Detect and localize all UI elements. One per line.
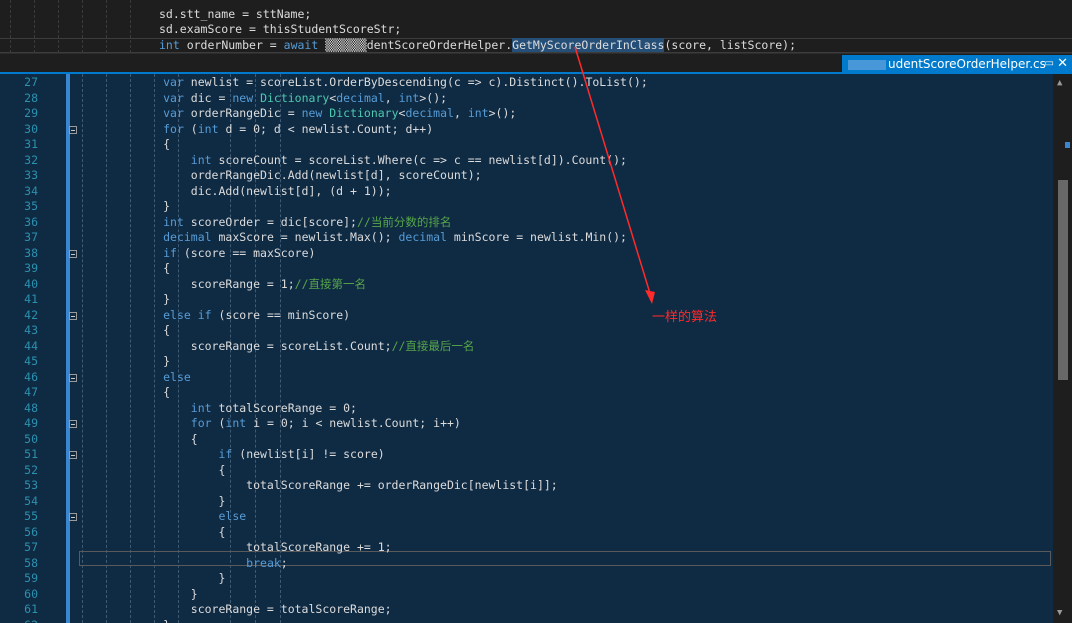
redacted-filename-prefix [848,59,886,70]
line-number: 28 [24,90,38,105]
code-line[interactable]: { [80,432,198,448]
code-line[interactable]: for (int i = 0; i < newlist.Count; i++) [80,416,461,432]
code-line[interactable]: } [80,494,225,510]
code-line[interactable]: else [80,509,246,525]
code-line[interactable]: sd.stt_name = sttName; [159,7,311,22]
code-line-peek-call[interactable]: int orderNumber = await ▒▒▒▒▒▒dentScoreO… [159,38,796,53]
line-number: 53 [24,478,38,492]
peek-definition-window[interactable]: 27 28 29 30 31 32 33 34 35 36 37 38 39 40 41 42 43 44 45 46… [0,74,1072,623]
line-number: 31 [24,137,38,151]
line-number: 52 [24,462,38,477]
collapse-toggle-icon[interactable] [69,373,77,382]
line-number: 34 [24,183,38,198]
code-line[interactable]: scoreRange = scoreList.Count;//直接最后一名 [80,339,475,355]
code-line[interactable]: var orderRangeDic = new Dictionary<decim… [80,106,516,122]
code-line[interactable]: decimal maxScore = newlist.Max(); decima… [80,230,627,246]
line-number: 62 [0,618,38,623]
line-number: 49 [24,416,38,430]
code-line[interactable]: { [80,137,170,153]
line-number: 47 [24,385,38,399]
line-number: 27 [24,75,38,89]
collapse-toggle-icon[interactable] [69,451,77,459]
code-line[interactable]: dic.Add(newlist[d], (d + 1)); [80,184,392,200]
line-number: 59 [24,571,38,585]
line-number: 43 [24,323,38,337]
line-number: 42 [24,307,38,322]
close-icon[interactable]: ✕ [1057,55,1068,73]
code-line[interactable]: totalScoreRange += orderRangeDic[newlist… [80,478,558,494]
line-number: 40 [24,276,38,291]
code-line[interactable]: { [80,323,170,339]
code-line[interactable]: } [80,354,170,370]
code-line[interactable]: else if (score == minScore) [80,308,350,324]
code-line[interactable]: for (int d = 0; d < newlist.Count; d++) [80,122,433,138]
code-line[interactable]: } [80,571,225,587]
pin-icon[interactable]: ▭ [1045,55,1054,73]
code-line[interactable]: break; [80,556,288,572]
line-number: 54 [24,493,38,508]
code-line[interactable]: sd.examScore = thisStudentScoreStr; [159,22,401,37]
collapse-toggle-icon[interactable] [69,311,77,320]
line-number: 30 [24,121,38,136]
code-line[interactable]: } [80,292,170,308]
code-line[interactable]: int scoreCount = scoreList.Where(c => c … [80,153,627,169]
line-number: 45 [24,354,38,368]
line-number: 33 [24,168,38,182]
code-line[interactable]: { [80,261,170,277]
main-editor[interactable]: sd.stt_name = sttName; sd.examScore = th… [0,0,1072,53]
code-line[interactable]: orderRangeDic.Add(newlist[d], scoreCount… [80,168,482,184]
code-line[interactable]: { [80,385,170,401]
line-number: 55 [24,509,38,523]
line-number: 32 [24,152,38,167]
collapse-toggle-icon[interactable] [69,513,77,521]
annotation-label: 一样的算法 [652,310,718,325]
code-line[interactable]: { [80,463,225,479]
peek-tab-title: udentScoreOrderHelper.cs [888,57,1046,71]
line-number: 61 [24,602,38,616]
code-line[interactable]: if (newlist[i] != score) [80,447,384,463]
code-line[interactable]: { [80,525,225,541]
line-number: 36 [24,214,38,229]
code-line[interactable]: scoreRange = 1;//直接第一名 [80,277,366,293]
collapse-toggle-icon[interactable] [69,125,77,134]
scrollbar-marker [1065,142,1070,148]
code-line[interactable]: } [80,618,170,623]
scroll-up-arrow-icon[interactable]: ▲ [1057,78,1062,88]
code-line[interactable]: var dic = new Dictionary<decimal, int>()… [80,91,447,107]
peek-definition-bar: udentScoreOrderHelper.cs ▭ ✕ [0,53,1072,73]
line-number: 57 [24,540,38,554]
line-number-gutter: 27 28 29 30 31 32 33 34 35 36 37 38 39 40 41 42 43 44 45 46… [0,74,68,623]
line-number: 60 [24,586,38,601]
line-number: 38 [24,245,38,260]
line-number: 44 [24,338,38,353]
peek-target-highlight[interactable]: GetMyScoreOrderInClass [512,38,665,52]
line-number: 35 [24,199,38,213]
peek-tab[interactable]: udentScoreOrderHelper.cs ▭ ✕ [842,55,1072,73]
line-number: 51 [24,447,38,461]
code-line[interactable]: else [80,370,191,386]
line-number: 50 [24,431,38,446]
collapse-toggle-icon[interactable] [69,249,77,258]
line-number: 41 [24,292,38,306]
line-number: 58 [24,555,38,570]
code-line[interactable]: int scoreOrder = dic[score];//当前分数的排名 [80,215,451,231]
change-margin-bar [66,74,70,623]
line-number: 39 [24,261,38,275]
code-line[interactable]: totalScoreRange += 1; [80,540,391,556]
line-number: 48 [24,400,38,415]
line-number: 29 [24,106,38,120]
code-line[interactable]: if (score == maxScore) [80,246,315,262]
collapse-toggle-icon[interactable] [69,420,77,428]
line-number: 46 [24,369,38,384]
code-line[interactable]: int totalScoreRange = 0; [80,401,357,417]
scrollbar-thumb[interactable] [1058,180,1068,380]
line-number: 37 [24,230,38,244]
scroll-down-arrow-icon[interactable]: ▼ [1057,608,1062,618]
code-line[interactable]: var newlist = scoreList.OrderByDescendin… [80,75,648,91]
code-line[interactable]: } [80,199,170,215]
code-line[interactable]: } [80,587,198,603]
line-number: 56 [24,524,38,539]
code-line[interactable]: scoreRange = totalScoreRange; [80,602,392,618]
